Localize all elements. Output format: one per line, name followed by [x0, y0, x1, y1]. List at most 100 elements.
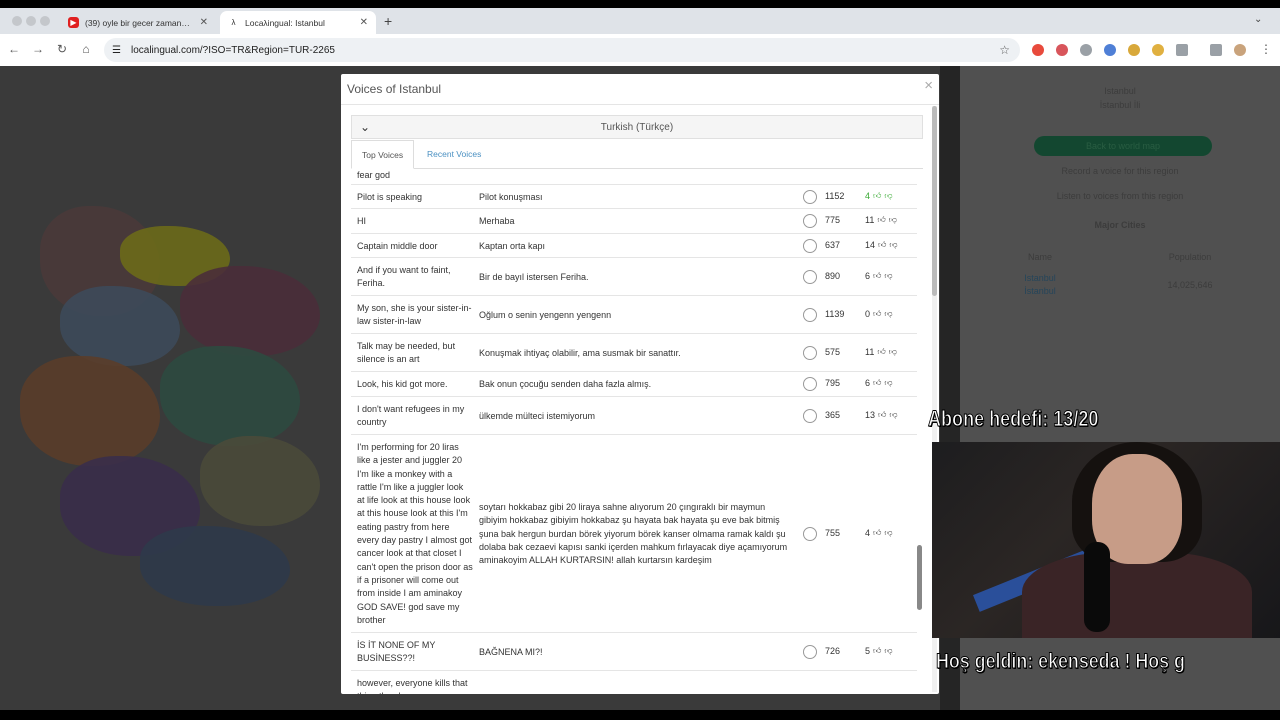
maximize-window-dot[interactable]	[40, 16, 50, 26]
play-voice-avatar-icon[interactable]	[803, 527, 817, 541]
address-bar[interactable]: ☰ localingual.com/?ISO=TR&Region=TUR-226…	[104, 38, 1020, 62]
browser-menu-icon[interactable]: ⋮	[1258, 42, 1274, 56]
map-region[interactable]	[200, 436, 320, 526]
profile-avatar[interactable]	[1234, 44, 1246, 56]
tab-youtube[interactable]: ▶ (39) oyle bir gecer zamanki k ✕	[60, 11, 216, 34]
tab-recent-voices[interactable]: Recent Voices	[417, 140, 491, 169]
thumbs-up-icon[interactable]: 👍︎	[878, 410, 886, 420]
thumbs-up-icon[interactable]: 👍︎	[877, 215, 885, 225]
extension-icon[interactable]	[1152, 44, 1164, 56]
play-count: 637	[825, 240, 841, 250]
list-item[interactable]: Talk may be needed, but silence is an ar…	[351, 334, 917, 372]
list-item[interactable]: I'm performing for 20 liras like a jeste…	[351, 435, 917, 633]
turkish-text: Oğlum o senin yengenn yengenn	[479, 310, 612, 320]
play-voice-avatar-icon[interactable]	[803, 190, 817, 204]
extension-icon[interactable]	[1032, 44, 1044, 56]
list-item[interactable]: Captain middle door Kaptan orta kapı 637…	[351, 234, 917, 258]
thumbs-up-icon[interactable]: 👍︎	[873, 528, 881, 538]
english-text: Talk may be needed, but silence is an ar…	[357, 341, 456, 365]
thumbs-down-icon[interactable]: 👎︎	[889, 240, 897, 250]
chevron-down-icon[interactable]: ⌄	[360, 120, 370, 134]
thumbs-down-icon[interactable]: 👎︎	[884, 271, 892, 281]
turkish-text: ülkemde mülteci istemiyorum	[479, 411, 596, 421]
play-voice-avatar-icon[interactable]	[803, 409, 817, 423]
thumbs-up-icon[interactable]: 👍︎	[873, 191, 881, 201]
thumbs-down-icon[interactable]: 👎︎	[884, 646, 892, 656]
list-item: fear god	[351, 169, 917, 185]
list-item[interactable]: And if you want to faint, Feriha. Bir de…	[351, 258, 917, 296]
minimize-window-dot[interactable]	[26, 16, 36, 26]
forward-icon[interactable]: →	[30, 42, 46, 56]
extensions-puzzle-icon[interactable]	[1176, 44, 1188, 56]
extension-icon[interactable]	[1104, 44, 1116, 56]
play-voice-avatar-icon[interactable]	[803, 214, 817, 228]
play-voice-avatar-icon[interactable]	[803, 377, 817, 391]
play-voice-avatar-icon[interactable]	[803, 239, 817, 253]
play-count: 755	[825, 528, 841, 538]
turkish-text: BAĞNENA MI?!	[479, 647, 543, 657]
map-region[interactable]	[20, 356, 160, 466]
close-icon[interactable]: ×	[924, 77, 933, 94]
play-voice-avatar-icon[interactable]	[803, 308, 817, 322]
list-item[interactable]: My son, she is your sister-in-law sister…	[351, 296, 917, 334]
extension-icon[interactable]	[1056, 44, 1068, 56]
list-item[interactable]: Look, his kid got more. Bak onun çocuğu …	[351, 372, 917, 397]
map-region[interactable]	[160, 346, 300, 446]
play-voice-avatar-icon[interactable]	[803, 270, 817, 284]
home-icon[interactable]: ⌂	[78, 42, 94, 56]
thumbs-down-icon[interactable]: 👎︎	[889, 347, 897, 357]
map-region[interactable]	[180, 266, 320, 356]
streamer-body	[1022, 552, 1252, 638]
thumbs-up-icon[interactable]: 👍︎	[873, 309, 881, 319]
play-voice-avatar-icon[interactable]	[803, 346, 817, 360]
list-item[interactable]: HI Merhaba 775 11 👍︎ 👎︎	[351, 209, 917, 234]
map-region[interactable]	[60, 286, 180, 366]
vote-controls: 11 👍︎ 👎︎	[865, 347, 911, 357]
reload-icon[interactable]: ↻	[54, 42, 70, 56]
scrollbar-thumb[interactable]	[932, 106, 937, 296]
vote-count: 14	[865, 240, 876, 250]
site-info-icon[interactable]: ☰	[112, 45, 121, 56]
thumbs-up-icon[interactable]: 👍︎	[873, 646, 881, 656]
close-tab-icon[interactable]: ✕	[360, 17, 368, 28]
language-accordion[interactable]: ⌄ Turkish (Türkçe)	[351, 115, 923, 139]
thumbs-down-icon[interactable]: 👎︎	[884, 378, 892, 388]
thumbs-up-icon[interactable]: 👍︎	[873, 271, 881, 281]
extension-icon[interactable]	[1128, 44, 1140, 56]
browser-chrome: ▶ (39) oyle bir gecer zamanki k ✕ λ Loca…	[0, 8, 1280, 66]
subscriber-goal-text: Abone hedefi: 13/20	[928, 406, 1099, 432]
bookmark-star-icon[interactable]: ☆	[999, 43, 1010, 57]
list-item[interactable]: I don't want refugees in my country ülke…	[351, 397, 917, 435]
close-window-dot[interactable]	[12, 16, 22, 26]
list-item[interactable]: Pilot is speaking Pilot konuşması 1152 4…	[351, 185, 917, 209]
thumbs-up-icon[interactable]: 👍︎	[877, 347, 885, 357]
language-label: Turkish (Türkçe)	[600, 121, 674, 133]
english-text: I don't want refugees in my country	[357, 404, 465, 428]
list-item[interactable]: İS İT NONE OF MY BUSİNESS??! BAĞNENA MI?…	[351, 633, 917, 671]
thumbs-up-icon[interactable]: 👍︎	[878, 240, 886, 250]
vote-controls: 6 👍︎ 👎︎	[865, 271, 911, 281]
thumbs-up-icon[interactable]: 👍︎	[873, 378, 881, 388]
thumbs-down-icon[interactable]: 👎︎	[884, 309, 892, 319]
vote-count: 6	[865, 378, 871, 388]
extension-icon[interactable]	[1080, 44, 1092, 56]
english-text: İS İT NONE OF MY BUSİNESS??!	[357, 640, 436, 664]
tab-top-voices[interactable]: Top Voices	[351, 140, 415, 169]
new-tab-button[interactable]: +	[384, 13, 392, 29]
thumbs-down-icon[interactable]: 👎︎	[889, 215, 897, 225]
thumbs-down-icon[interactable]: 👎︎	[884, 191, 892, 201]
tab-localingual[interactable]: λ Locaλingual: Istanbul ✕	[220, 11, 376, 34]
back-icon[interactable]: ←	[6, 42, 22, 56]
list-item[interactable]: however, everyone kills that thing they …	[351, 671, 917, 694]
microphone	[1084, 542, 1110, 632]
turkish-text: Kaptan orta kapı	[479, 241, 546, 251]
list-scrollbar-thumb[interactable]	[917, 545, 922, 610]
url-text: localingual.com/?ISO=TR&Region=TUR-2265	[130, 44, 335, 56]
thumbs-down-icon[interactable]: 👎︎	[889, 410, 897, 420]
reading-list-icon[interactable]	[1210, 44, 1222, 56]
play-voice-avatar-icon[interactable]	[803, 645, 817, 659]
map-region[interactable]	[140, 526, 290, 606]
thumbs-down-icon[interactable]: 👎︎	[884, 528, 892, 538]
tab-search-icon[interactable]: ⌄	[1254, 14, 1270, 30]
close-tab-icon[interactable]: ✕	[200, 17, 208, 28]
